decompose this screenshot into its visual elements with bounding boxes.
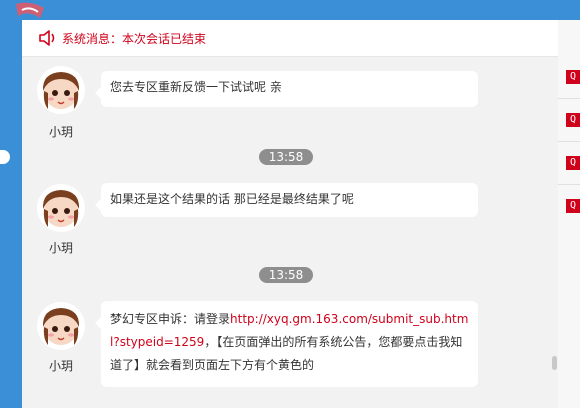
quick-question-button[interactable]: Q [566, 199, 580, 213]
quick-question-button[interactable]: Q [566, 70, 580, 84]
message-bubble: 如果还是这个结果的话 那已经是最终结果了呢 [95, 183, 478, 217]
scrollbar[interactable] [551, 65, 557, 405]
speaker-icon [39, 30, 55, 46]
user-name: 小玥 [48, 125, 73, 139]
system-message-bar: 系统消息：本次会话已结束 [22, 20, 558, 57]
chat-panel: 系统消息：本次会话已结束 小玥 您去专区重新反馈一下试试呢 亲 13:58 小玥… [22, 20, 558, 408]
user-name: 小玥 [48, 241, 73, 255]
chat-area: 小玥 您去专区重新反馈一下试试呢 亲 13:58 小玥 如果还是这个结果的话 那… [22, 57, 558, 408]
timestamp-badge: 13:58 [259, 267, 313, 283]
message-bubble: 梦幻专区申诉：请登录http://xyq.gm.163.com/submit_s… [95, 301, 478, 387]
message-text: 您去专区重新反馈一下试试呢 亲 [110, 80, 282, 94]
divider [558, 184, 580, 185]
message-bubble: 您去专区重新反馈一下试试呢 亲 [95, 71, 478, 107]
side-decoration [0, 150, 10, 164]
divider [558, 141, 580, 142]
divider [558, 98, 580, 99]
user-name: 小玥 [48, 359, 73, 373]
avatar [37, 302, 85, 350]
avatar [37, 66, 85, 114]
scrollbar-thumb[interactable] [552, 356, 557, 370]
system-message-text: 系统消息：本次会话已结束 [62, 32, 207, 46]
message-text-prefix: 梦幻专区申诉：请登录 [110, 312, 231, 326]
timestamp-badge: 13:58 [259, 149, 313, 165]
quick-question-button[interactable]: Q [566, 156, 580, 170]
avatar [37, 184, 85, 232]
quick-question-button[interactable]: Q [566, 113, 580, 127]
message-text: 如果还是这个结果的话 那已经是最终结果了呢 [110, 192, 354, 206]
